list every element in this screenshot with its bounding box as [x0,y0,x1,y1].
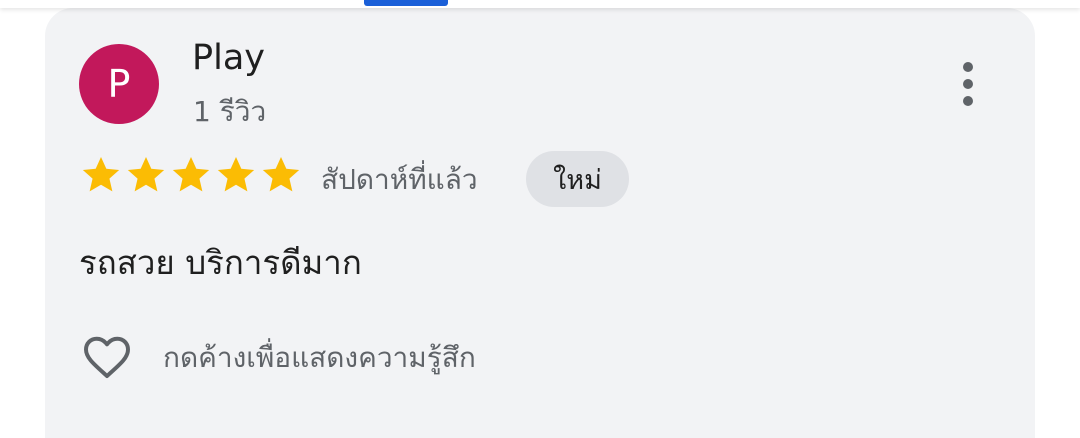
react-button[interactable] [79,328,135,384]
avatar-initial: P [107,62,131,106]
avatar[interactable]: P [79,44,159,124]
reviewer-review-count: 1 รีวิว [193,95,267,128]
star-icon [127,157,165,192]
star-icon [172,157,210,192]
star-icon [262,157,300,192]
review-text: รถสวย บริการดีมาก [79,243,362,282]
active-tab-indicator [364,0,448,6]
review-card: P Play 1 รีวิว สัปดาห์ที่แล้ว ใหม่ รถสวย… [45,8,1035,438]
star-rating [79,153,304,197]
more-vert-icon [963,62,973,72]
new-badge-label: ใหม่ [553,164,602,196]
top-tab-bar [0,0,1080,8]
heart-outline-icon [84,336,130,379]
more-vert-icon-dot [963,79,973,89]
more-vert-icon-dot [963,96,973,106]
star-icon [82,157,120,192]
more-options-button[interactable] [950,58,986,110]
review-date: สัปดาห์ที่แล้ว [321,163,478,196]
reaction-hint: กดค้างเพื่อแสดงความรู้สึก [163,341,476,374]
new-badge: ใหม่ [526,151,629,207]
reviewer-name[interactable]: Play [192,38,265,78]
star-icon [217,157,255,192]
